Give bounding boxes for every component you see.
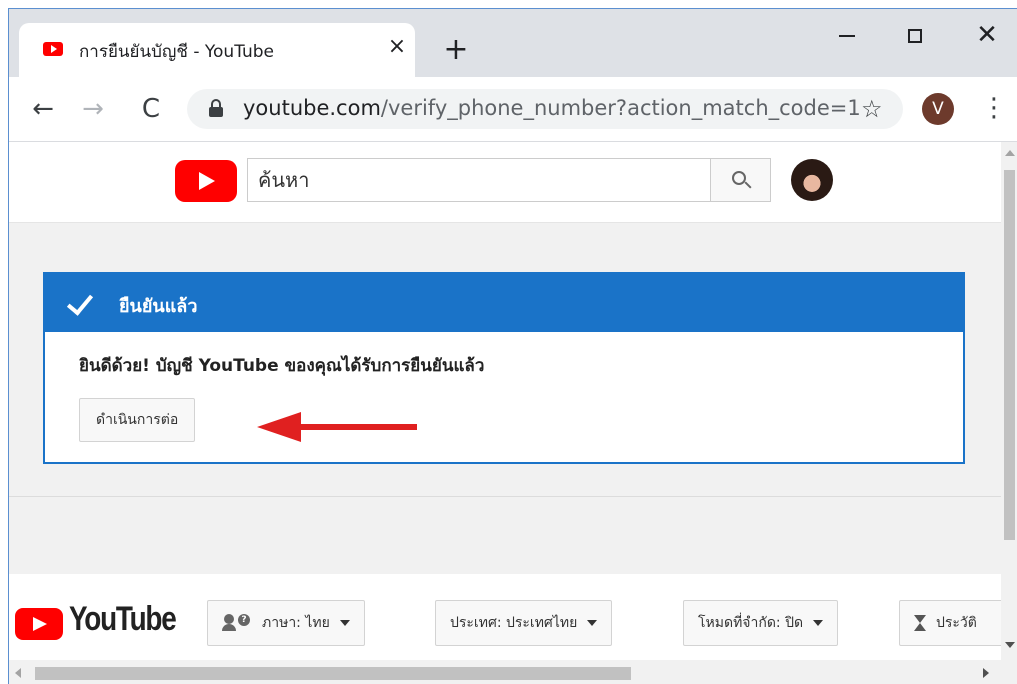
footer-logo-text: YouTube bbox=[69, 600, 177, 638]
vertical-scrollbar[interactable] bbox=[1001, 142, 1017, 660]
hourglass-icon bbox=[914, 615, 926, 631]
url-host: youtube.com bbox=[243, 96, 381, 120]
browser-tab[interactable]: การยืนยันบัญชี - YouTube × bbox=[19, 23, 415, 77]
tab-strip: การยืนยันบัญชี - YouTube × + ✕ bbox=[9, 9, 1017, 77]
language-icon: ? bbox=[222, 614, 252, 632]
browser-menu-icon[interactable]: ⋮ bbox=[981, 93, 1007, 125]
maximize-icon bbox=[908, 28, 922, 43]
url-text[interactable]: youtube.com/verify_phone_number?action_m… bbox=[243, 96, 861, 120]
url-path: /verify_phone_number?action_match_code=1 bbox=[380, 96, 861, 120]
maximize-button[interactable] bbox=[893, 17, 937, 53]
content-divider bbox=[9, 496, 1001, 497]
tab-title: การยืนยันบัญชี - YouTube bbox=[79, 42, 275, 62]
scroll-left-icon[interactable] bbox=[15, 668, 21, 678]
chevron-down-icon bbox=[813, 620, 824, 626]
history-button[interactable]: ประวัติ bbox=[899, 600, 1001, 646]
search-box bbox=[247, 158, 711, 202]
scroll-right-icon[interactable] bbox=[983, 668, 989, 678]
minimize-button[interactable] bbox=[825, 17, 869, 53]
continue-button[interactable]: ดำเนินการต่อ bbox=[79, 398, 196, 442]
scroll-up-icon[interactable] bbox=[1005, 150, 1015, 156]
verification-title: ยืนยันแล้ว bbox=[119, 296, 198, 317]
youtube-play-icon bbox=[15, 608, 63, 640]
country-button[interactable]: ประเทศ: ประเทศไทย bbox=[435, 600, 613, 646]
tab-close-icon[interactable]: × bbox=[383, 33, 411, 61]
youtube-footer: YouTube ? ภาษา: ไทย ประเทศ: ประเทศไทย โหม… bbox=[9, 574, 1001, 660]
scroll-down-icon[interactable] bbox=[1005, 642, 1015, 648]
back-button[interactable]: ← bbox=[25, 91, 61, 127]
reload-button[interactable]: C bbox=[133, 91, 169, 127]
profile-avatar-button[interactable]: V bbox=[922, 93, 954, 125]
horizontal-scroll-thumb[interactable] bbox=[35, 667, 631, 680]
youtube-logo-icon[interactable] bbox=[175, 160, 237, 202]
browser-toolbar: ← → C youtube.com/verify_phone_number?ac… bbox=[9, 77, 1017, 142]
forward-button[interactable]: → bbox=[75, 91, 111, 127]
red-arrow-annotation bbox=[257, 412, 417, 442]
chevron-down-icon bbox=[339, 620, 350, 626]
bookmark-star-icon[interactable]: ☆ bbox=[861, 93, 883, 125]
search-input[interactable] bbox=[248, 159, 710, 201]
page-content: ยืนยันแล้ว ยินดีด้วย! บัญชี YouTube ของค… bbox=[9, 142, 1001, 660]
country-label: ประเทศ: ประเทศไทย bbox=[450, 615, 578, 631]
history-label: ประวัติ bbox=[936, 615, 977, 631]
youtube-favicon-icon bbox=[43, 42, 63, 56]
restricted-mode-button[interactable]: โหมดที่จำกัด: ปิด bbox=[683, 600, 839, 646]
verification-card: ยืนยันแล้ว ยินดีด้วย! บัญชี YouTube ของค… bbox=[43, 272, 965, 464]
verification-message: ยินดีด้วย! บัญชี YouTube ของคุณได้รับการ… bbox=[79, 356, 485, 376]
window-close-button[interactable]: ✕ bbox=[965, 17, 1009, 53]
browser-window: การยืนยันบัญชี - YouTube × + ✕ ← → C you… bbox=[8, 8, 1017, 684]
checkmark-icon bbox=[66, 288, 94, 316]
new-tab-button[interactable]: + bbox=[439, 33, 473, 67]
language-button[interactable]: ? ภาษา: ไทย bbox=[207, 600, 365, 646]
youtube-masthead bbox=[9, 142, 1001, 223]
lock-icon[interactable] bbox=[209, 99, 223, 117]
vertical-scroll-thumb[interactable] bbox=[1004, 170, 1015, 540]
chevron-down-icon bbox=[587, 620, 598, 626]
horizontal-scrollbar[interactable] bbox=[9, 660, 1017, 684]
search-button[interactable] bbox=[711, 158, 771, 202]
verification-header: ยืนยันแล้ว bbox=[45, 274, 963, 332]
restricted-mode-label: โหมดที่จำกัด: ปิด bbox=[698, 615, 804, 631]
address-bar[interactable]: youtube.com/verify_phone_number?action_m… bbox=[187, 89, 903, 129]
account-avatar[interactable] bbox=[791, 159, 833, 201]
minimize-icon bbox=[839, 34, 855, 37]
language-label: ภาษา: ไทย bbox=[262, 615, 330, 631]
